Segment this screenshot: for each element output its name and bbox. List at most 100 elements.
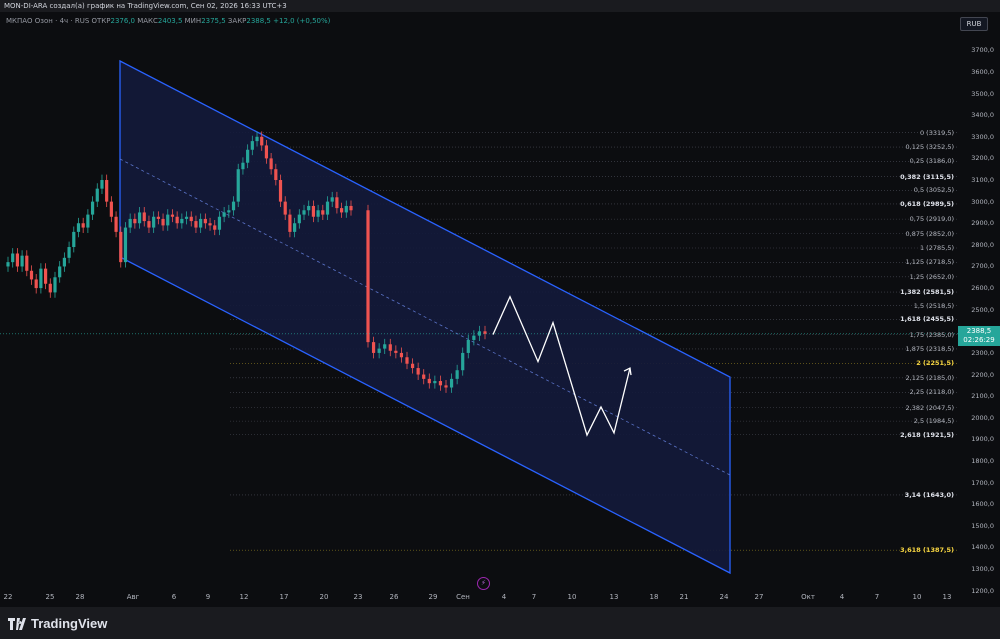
price-tick: 2300,0 — [971, 348, 994, 357]
candle — [25, 250, 29, 277]
price-tick: 3000,0 — [971, 197, 994, 206]
candle — [20, 250, 24, 272]
time-tick: 4 — [501, 593, 507, 601]
fib-label: 0,75 (2919,0) — [909, 215, 954, 224]
open-label: ОТКР — [91, 17, 111, 25]
tradingview-logo[interactable]: TradingView — [8, 616, 107, 631]
fib-label: 2 (2251,5) — [916, 359, 954, 368]
fib-label: 1,25 (2652,0) — [909, 272, 954, 281]
currency-button[interactable]: RUB — [960, 17, 988, 31]
fib-label: 2,125 (2185,0) — [905, 373, 955, 382]
low-label: МИН — [184, 17, 202, 25]
time-tick: 6 — [171, 593, 177, 601]
fib-label: 1 (2785,5) — [919, 243, 954, 252]
candle — [15, 248, 19, 272]
candle — [43, 263, 48, 290]
candle — [58, 261, 62, 283]
candle — [81, 217, 85, 233]
fib-label: 2,5 (1984,5) — [913, 417, 954, 426]
open-value: 2376,0 — [110, 17, 135, 25]
price-tick: 3700,0 — [971, 46, 994, 55]
price-tick: 1300,0 — [971, 565, 994, 574]
change-value: +12,0 (+0,50%) — [273, 17, 331, 25]
candle — [48, 278, 52, 298]
candle — [109, 196, 113, 223]
fib-label: 3,14 (1643,0) — [904, 490, 954, 499]
time-tick: 10 — [912, 593, 922, 601]
candle — [95, 183, 99, 208]
time-tick: 29 — [428, 593, 438, 601]
candle — [6, 256, 10, 272]
time-tick: 18 — [649, 593, 659, 601]
channel-midline — [119, 158, 731, 476]
close-label: ЗАКР — [227, 17, 247, 25]
fib-label: 0 (3319,5) — [919, 128, 954, 137]
high-label: МАКС — [137, 17, 158, 25]
flash-icon[interactable]: ⚡ — [477, 577, 490, 590]
price-tick: 3600,0 — [971, 67, 994, 76]
price-tick: 1800,0 — [971, 457, 994, 465]
candle — [11, 248, 15, 268]
price-tick: 2800,0 — [971, 240, 994, 249]
price-axis[interactable]: 3700,0 3600,0 3500,0 3400,0 3300,0 3200,0 3100… — [958, 12, 1000, 595]
candle — [100, 174, 104, 195]
fib-label: 0,382 (3115,5) — [900, 172, 954, 181]
tradingview-logo-icon — [8, 617, 26, 630]
price-tick: 1900,0 — [971, 435, 994, 444]
time-tick: 28 — [75, 593, 85, 601]
time-tick: 25 — [45, 593, 55, 601]
time-tick: 26 — [389, 593, 399, 601]
price-tick: 2700,0 — [971, 262, 994, 271]
price-tick: 1500,0 — [971, 521, 994, 530]
time-tick: Авг — [126, 593, 140, 601]
symbol-name: МКПАО Озон · 4ч · RUS — [6, 17, 90, 25]
candle — [236, 163, 240, 208]
price-tick: 1700,0 — [971, 478, 994, 487]
fib-label: 1,75 (2385,0) — [909, 330, 954, 339]
chart-title-bar: MON-DI-ARA создал(а) график на TradingVi… — [0, 0, 1000, 12]
price-tick: 3400,0 — [971, 111, 994, 120]
time-tick: 9 — [205, 593, 211, 601]
bar-countdown: 02:26:29 — [963, 335, 995, 344]
price-tick: 2500,0 — [971, 305, 994, 314]
fib-label: 2,25 (2118,0) — [909, 388, 954, 397]
price-tick: 3300,0 — [971, 132, 994, 141]
time-tick: Сен — [456, 593, 470, 601]
fib-label: 0,125 (3252,5) — [905, 143, 955, 152]
bottom-bar: TradingView — [0, 607, 1000, 639]
price-tick: 1400,0 — [971, 543, 994, 552]
price-tick: 3100,0 — [971, 176, 994, 184]
price-chart[interactable] — [0, 12, 958, 589]
fib-label: 0,618 (2989,5) — [900, 199, 954, 208]
high-value: 2403,5 — [157, 17, 183, 25]
fib-label: 2,618 (1921,5) — [900, 430, 954, 439]
chart-title: MON-DI-ARA создал(а) график на TradingVi… — [4, 2, 287, 10]
price-tick: 2000,0 — [971, 413, 994, 422]
time-tick: 24 — [719, 593, 729, 601]
price-tick: 1600,0 — [971, 500, 994, 509]
fib-label: 3,618 (1387,5) — [900, 546, 954, 555]
time-tick: 13 — [609, 593, 619, 601]
fib-label: 1,875 (2318,5) — [905, 344, 955, 353]
time-tick: 23 — [353, 593, 363, 601]
time-tick: 12 — [239, 593, 249, 601]
price-tick: 2600,0 — [971, 284, 994, 293]
candle — [86, 209, 90, 233]
candle — [53, 271, 57, 298]
time-tick: 10 — [567, 593, 577, 601]
price-tick: 2900,0 — [971, 219, 994, 228]
time-tick: 7 — [531, 593, 537, 601]
candle — [72, 226, 76, 253]
time-tick: 27 — [754, 593, 764, 601]
time-tick: 7 — [874, 593, 880, 601]
tradingview-brand: TradingView — [31, 616, 108, 631]
fib-label: 2,382 (2047,5) — [905, 403, 955, 412]
time-tick: 22 — [3, 593, 13, 601]
candle — [119, 226, 123, 268]
candle — [76, 217, 81, 238]
fib-label: 1,125 (2718,5) — [905, 258, 955, 267]
candle — [105, 174, 109, 208]
time-axis[interactable]: 22 25 28 Авг 6 9 12 17 20 23 26 29 Сен 4 7 10 13 18 21 24 27… — [0, 589, 958, 607]
price-tick: 3500,0 — [971, 89, 994, 98]
time-tick: Окт — [801, 593, 815, 601]
